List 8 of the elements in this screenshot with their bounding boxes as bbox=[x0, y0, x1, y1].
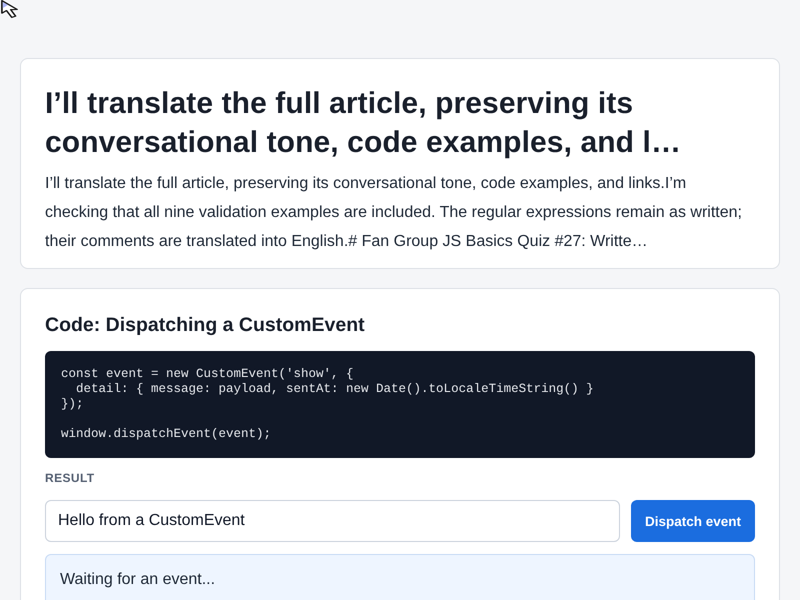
message-input[interactable]: Hello from a CustomEvent bbox=[45, 500, 620, 542]
result-label: RESULT bbox=[45, 471, 95, 485]
code-block: const event = new CustomEvent('show', { detail: { message: payload, sentAt: new Date().toLocaleTimeString() } }); window.dispatchEvent(event); bbox=[45, 351, 755, 458]
article-summary: I’ll translate the full article, preserving its conversational tone, code examples, and links.I’m checking that all nine validation examples are included. The regular expressions remain as written; their comments are translated into English.# Fan Group JS Basics Quiz #27: Writte… bbox=[45, 174, 743, 252]
section-heading: Code: Dispatching a CustomEvent bbox=[45, 313, 366, 338]
output-message: Waiting for an event... bbox=[45, 554, 755, 600]
dispatch-button[interactable]: Dispatch event bbox=[630, 500, 755, 542]
article-title: I’ll translate the full article, preserving its conversational tone, code examples, and l… bbox=[45, 86, 682, 161]
